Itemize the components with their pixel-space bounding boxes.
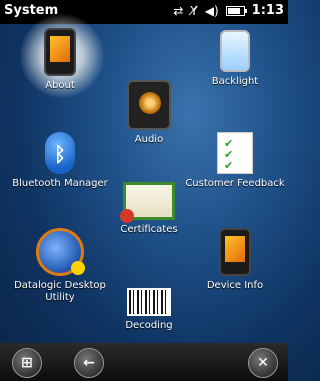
battery-icon: [225, 5, 247, 16]
speaker-icon: [127, 80, 171, 130]
windows-start-icon[interactable]: ⊞: [12, 348, 42, 378]
backlight-label: Backlight: [211, 76, 259, 87]
feedback-label: Customer Feedback: [185, 178, 285, 189]
device-info-icon: [219, 228, 251, 276]
bluetooth-icon: ᛒ: [45, 132, 75, 174]
decoding-label: Decoding: [125, 320, 173, 331]
clock-time: 1:13: [251, 3, 284, 18]
phone-icon: [44, 28, 76, 76]
checklist-icon: ✔ ✔ ✔: [217, 132, 253, 174]
deviceinfo-item[interactable]: Device Info: [180, 228, 290, 292]
certificate-icon: [120, 182, 175, 223]
bottom-bar: ⊞ ← ✕: [0, 343, 288, 381]
back-arrow-icon[interactable]: ←: [74, 348, 104, 378]
sync-icon: ⇄: [173, 3, 184, 18]
close-icon[interactable]: ✕: [248, 348, 278, 378]
datalogic-icon: [36, 228, 85, 276]
feedback-item[interactable]: ✔ ✔ ✔ Customer Feedback: [180, 132, 290, 190]
barcode-icon: [127, 288, 171, 316]
decoding-item[interactable]: Decoding: [94, 288, 204, 332]
volume-icon: ◀): [204, 3, 219, 18]
no-signal-icon: Y̸: [190, 3, 198, 18]
backlight-icon: [220, 30, 250, 72]
deviceinfo-label: Device Info: [206, 280, 264, 291]
backlight-item[interactable]: Backlight: [180, 30, 290, 88]
